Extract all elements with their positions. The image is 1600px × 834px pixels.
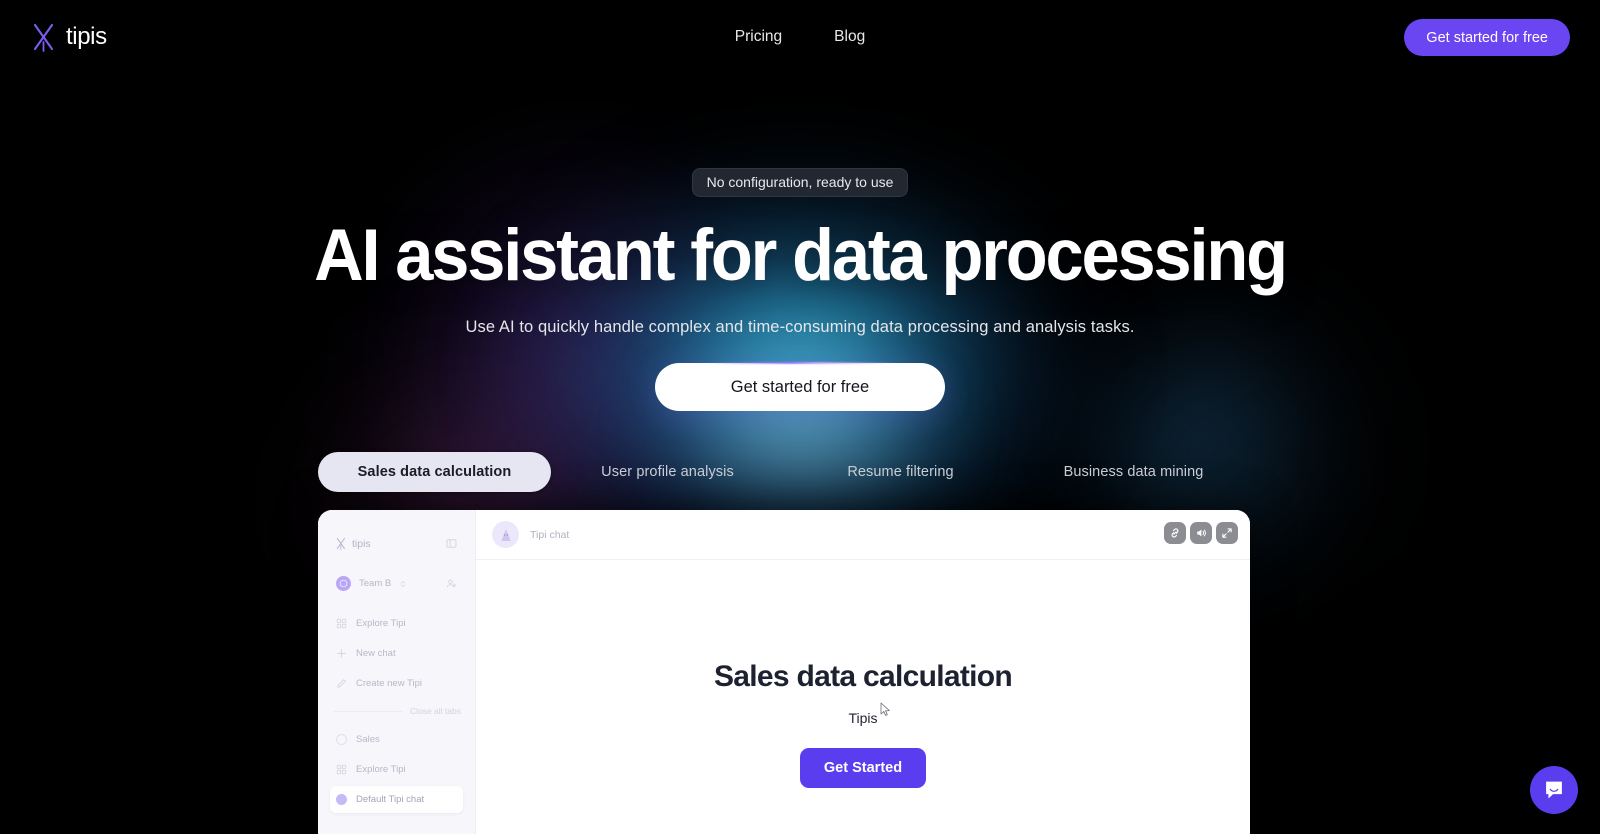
- preview-sidebar: tipis Team B Explore Tipi New chat Creat…: [318, 510, 476, 834]
- pencil-icon: [337, 679, 346, 688]
- preview-sidebar-divider: Close all tabs: [334, 706, 461, 716]
- demo-tabs: Sales data calculation User profile anal…: [318, 452, 1250, 492]
- grid-icon: [336, 764, 347, 775]
- nav-item-blog[interactable]: Blog: [828, 24, 871, 50]
- volume-glyph: [1197, 529, 1206, 537]
- preview-content-title: Sales data calculation: [713, 660, 1013, 693]
- avatar-icon: [336, 794, 347, 805]
- header-nav: Pricing Blog: [0, 24, 1600, 50]
- hero-get-started-button[interactable]: Get started for free: [655, 363, 945, 411]
- chevron-updown-icon[interactable]: [399, 580, 407, 588]
- site-header: tipis Pricing Blog Get started for free: [0, 0, 1600, 76]
- hero-cta-accent-line: [705, 362, 895, 364]
- nav-item-pricing[interactable]: Pricing: [729, 24, 788, 50]
- preview-content: Sales data calculation Tipis Get Started: [476, 560, 1250, 834]
- preview-tab-label: Sales: [356, 734, 380, 745]
- preview-topbar-actions: [1164, 522, 1238, 544]
- preview-tab-explore-tipi[interactable]: Explore Tipi: [330, 756, 463, 783]
- hero-badge: No configuration, ready to use: [691, 168, 909, 197]
- preview-main: Tipi chat Sales data calculation Tipis G…: [476, 510, 1250, 834]
- preview-team-left: Team B: [336, 576, 407, 591]
- preview-nav-label: Explore Tipi: [356, 618, 406, 629]
- hero-cta-wrapper: Get started for free: [655, 362, 945, 411]
- preview-topbar: Tipi chat: [476, 510, 1250, 560]
- team-avatar: [336, 576, 351, 591]
- link-glyph: [1171, 528, 1179, 538]
- preview-tab-label: Default Tipi chat: [356, 794, 425, 805]
- header-get-started-button[interactable]: Get started for free: [1404, 19, 1570, 56]
- preview-team-label: Team B: [359, 578, 392, 589]
- link-icon[interactable]: [1164, 522, 1186, 544]
- page-root: tipis Pricing Blog Get started for free …: [0, 0, 1600, 834]
- team-glyph-icon: [339, 579, 348, 588]
- preview-team-selector[interactable]: Team B: [330, 570, 463, 597]
- preview-nav-label: Create new Tipi: [356, 678, 423, 689]
- preview-content-subtitle: Tipis: [848, 702, 890, 726]
- chat-bubble-icon: [1546, 781, 1562, 799]
- add-user-icon[interactable]: [446, 578, 457, 589]
- hero-headline: AI assistant for data processing: [314, 215, 1288, 296]
- tab-business-data-mining[interactable]: Business data mining: [1017, 452, 1250, 492]
- volume-icon[interactable]: [1190, 522, 1212, 544]
- tab-user-profile-analysis[interactable]: User profile analysis: [551, 452, 784, 492]
- grid-icon: [336, 618, 347, 629]
- mouse-cursor-icon: [880, 702, 890, 716]
- preview-tab-sales[interactable]: Sales: [330, 726, 463, 753]
- preview-tab-default-tipi-chat[interactable]: Default Tipi chat: [330, 786, 463, 813]
- preview-nav-label: New chat: [356, 648, 396, 659]
- preview-tab-label: Explore Tipi: [356, 764, 406, 775]
- preview-content-subtitle-text: Tipis: [848, 710, 878, 726]
- expand-icon[interactable]: [1216, 522, 1238, 544]
- close-all-tabs-label[interactable]: Close all tabs: [410, 706, 461, 716]
- preview-chat-title: Tipi chat: [530, 528, 570, 541]
- tipi-avatar-glyph: [500, 528, 511, 541]
- preview-brand: tipis: [336, 537, 371, 550]
- tab-resume-filtering[interactable]: Resume filtering: [784, 452, 1017, 492]
- tipis-logo-icon: [336, 537, 345, 550]
- tab-sales-data-calculation[interactable]: Sales data calculation: [318, 452, 551, 492]
- plus-icon: [337, 649, 346, 658]
- hero-subheadline: Use AI to quickly handle complex and tim…: [465, 318, 1135, 336]
- intercom-launcher-button[interactable]: [1530, 766, 1578, 814]
- app-preview-card: tipis Team B Explore Tipi New chat Creat…: [318, 510, 1250, 834]
- panel-collapse-icon[interactable]: [446, 538, 457, 549]
- preview-nav-create-new-tipi[interactable]: Create new Tipi: [330, 670, 463, 697]
- circle-icon: [336, 734, 347, 745]
- preview-get-started-button[interactable]: Get Started: [800, 748, 926, 788]
- preview-brand-name: tipis: [352, 537, 371, 550]
- preview-nav-explore-tipi[interactable]: Explore Tipi: [330, 610, 463, 637]
- preview-nav-new-chat[interactable]: New chat: [330, 640, 463, 667]
- expand-glyph: [1222, 528, 1232, 538]
- preview-sidebar-brand: tipis: [330, 530, 463, 557]
- tipi-avatar-icon: [492, 521, 519, 548]
- divider-line: [334, 710, 402, 712]
